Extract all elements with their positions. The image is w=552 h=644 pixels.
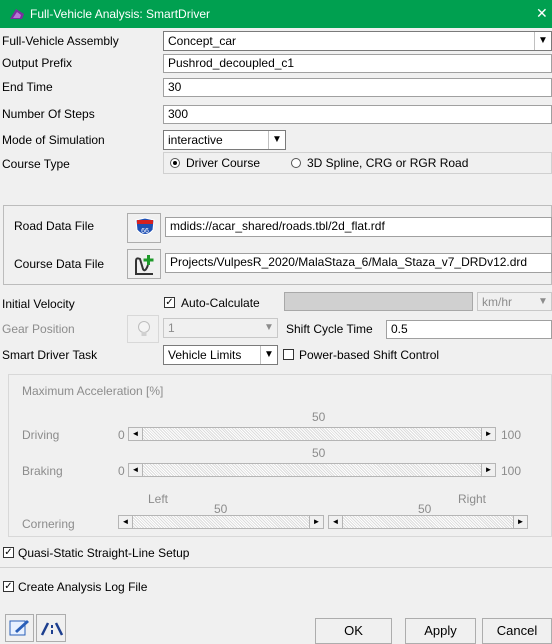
road-file-label: Road Data File [14, 219, 95, 233]
highway-shield-icon: 66 [135, 217, 155, 235]
road-file-browse-button[interactable]: 66 [127, 213, 161, 243]
driving-max: 100 [501, 428, 522, 442]
divider [0, 567, 552, 568]
output-prefix-label: Output Prefix [2, 56, 73, 70]
add-course-icon [135, 255, 154, 275]
driver-course-label: Driver Course [186, 156, 261, 170]
velocity-units-select[interactable]: km/hr ▼ [477, 292, 552, 311]
velocity-label: Initial Velocity [2, 297, 75, 311]
cornering-right-slider[interactable]: ◄ ► [328, 515, 528, 529]
cornering-left-value: 50 [214, 502, 228, 516]
chevron-down-icon[interactable]: ▼ [260, 346, 277, 364]
assembly-value: Concept_car [168, 34, 237, 48]
close-icon[interactable]: ✕ [536, 5, 548, 22]
edit-icon [9, 620, 29, 636]
scroll-right-icon[interactable]: ► [481, 463, 496, 477]
velocity-units-value: km/hr [482, 295, 512, 309]
window-title: Full-Vehicle Analysis: SmartDriver [30, 7, 211, 21]
task-value: Vehicle Limits [168, 348, 242, 362]
scroll-right-icon[interactable]: ► [481, 427, 496, 441]
apply-button[interactable]: Apply [405, 618, 476, 644]
shift-cycle-label: Shift Cycle Time [286, 322, 373, 336]
cornering-right-value: 50 [418, 502, 432, 516]
braking-min: 0 [118, 464, 125, 478]
braking-label: Braking [22, 464, 63, 478]
power-shift-checkbox[interactable] [283, 349, 294, 360]
spline-road-label: 3D Spline, CRG or RGR Road [307, 156, 469, 170]
cornering-left-label: Left [148, 492, 169, 506]
spline-road-radio[interactable] [291, 158, 301, 168]
driver-course-radio[interactable] [170, 158, 180, 168]
quasi-static-checkbox[interactable]: ✓ [3, 547, 14, 558]
cornering-left-track[interactable] [133, 515, 309, 529]
gear-value: 1 [168, 321, 175, 335]
braking-value: 50 [312, 446, 326, 460]
road-builder-button[interactable] [36, 614, 66, 642]
course-file-label: Course Data File [14, 257, 105, 271]
scroll-left-icon[interactable]: ◄ [118, 515, 133, 529]
steps-label: Number Of Steps [2, 107, 95, 121]
gear-label: Gear Position [2, 322, 75, 336]
ok-button[interactable]: OK [315, 618, 392, 644]
log-file-label: Create Analysis Log File [18, 580, 148, 594]
auto-calculate-checkbox[interactable]: ✓ [164, 297, 175, 308]
scroll-right-icon[interactable]: ► [513, 515, 528, 529]
course-file-browse-button[interactable] [127, 249, 161, 279]
auto-calculate-label: Auto-Calculate [181, 296, 260, 310]
road-file-input[interactable]: mdids://acar_shared/roads.tbl/2d_flat.rd… [165, 217, 552, 237]
gear-icon-button[interactable] [127, 315, 159, 343]
mode-select[interactable]: interactive ▼ [163, 130, 286, 150]
scroll-right-icon[interactable]: ► [309, 515, 324, 529]
lightbulb-icon [138, 321, 150, 336]
gear-select[interactable]: 1 ▼ [163, 318, 278, 338]
driving-min: 0 [118, 428, 125, 442]
course-type-label: Course Type [2, 157, 70, 171]
braking-slider[interactable]: ◄ ► [128, 463, 496, 477]
braking-slider-track[interactable] [143, 463, 481, 477]
edit-analysis-button[interactable] [5, 614, 34, 642]
driving-slider[interactable]: ◄ ► [128, 427, 496, 441]
power-shift-label: Power-based Shift Control [299, 348, 440, 362]
braking-max: 100 [501, 464, 522, 478]
task-label: Smart Driver Task [2, 348, 98, 362]
cornering-right-label: Right [458, 492, 487, 506]
driving-value: 50 [312, 410, 326, 424]
driving-label: Driving [22, 428, 60, 442]
shift-cycle-input[interactable]: 0.5 [386, 320, 552, 339]
scroll-left-icon[interactable]: ◄ [128, 427, 143, 441]
cornering-right-track[interactable] [343, 515, 513, 529]
scroll-left-icon[interactable]: ◄ [128, 463, 143, 477]
mode-value: interactive [168, 133, 223, 147]
mode-label: Mode of Simulation [2, 133, 105, 147]
road-builder-icon [40, 622, 64, 636]
log-file-checkbox[interactable]: ✓ [3, 581, 14, 592]
end-time-input[interactable]: 30 [163, 78, 552, 97]
output-prefix-input[interactable]: Pushrod_decoupled_c1 [163, 54, 552, 73]
acceleration-group [8, 374, 552, 537]
velocity-input[interactable] [284, 292, 473, 311]
driving-slider-track[interactable] [143, 427, 481, 441]
assembly-select[interactable]: Concept_car ▼ [163, 31, 552, 51]
cornering-label: Cornering [22, 517, 75, 531]
scroll-left-icon[interactable]: ◄ [328, 515, 343, 529]
cancel-button[interactable]: Cancel [482, 618, 552, 644]
end-time-label: End Time [2, 80, 53, 94]
quasi-static-label: Quasi-Static Straight-Line Setup [18, 546, 190, 560]
car-icon [10, 9, 24, 19]
chevron-down-icon[interactable]: ▼ [534, 32, 551, 50]
course-file-input[interactable]: Projects/VulpesR_2020/MalaStaza_6/Mala_S… [165, 253, 552, 273]
title-bar: Full-Vehicle Analysis: SmartDriver ✕ [0, 0, 552, 28]
steps-input[interactable]: 300 [163, 105, 552, 124]
chevron-down-icon[interactable]: ▼ [535, 293, 551, 310]
chevron-down-icon[interactable]: ▼ [261, 319, 277, 337]
cornering-left-slider[interactable]: ◄ ► [118, 515, 324, 529]
assembly-label: Full-Vehicle Assembly [2, 34, 119, 48]
svg-text:66: 66 [141, 228, 149, 235]
chevron-down-icon[interactable]: ▼ [268, 131, 285, 149]
acceleration-title: Maximum Acceleration [%] [22, 384, 164, 398]
course-type-group: Driver Course 3D Spline, CRG or RGR Road [163, 152, 552, 174]
task-select[interactable]: Vehicle Limits ▼ [163, 345, 278, 365]
